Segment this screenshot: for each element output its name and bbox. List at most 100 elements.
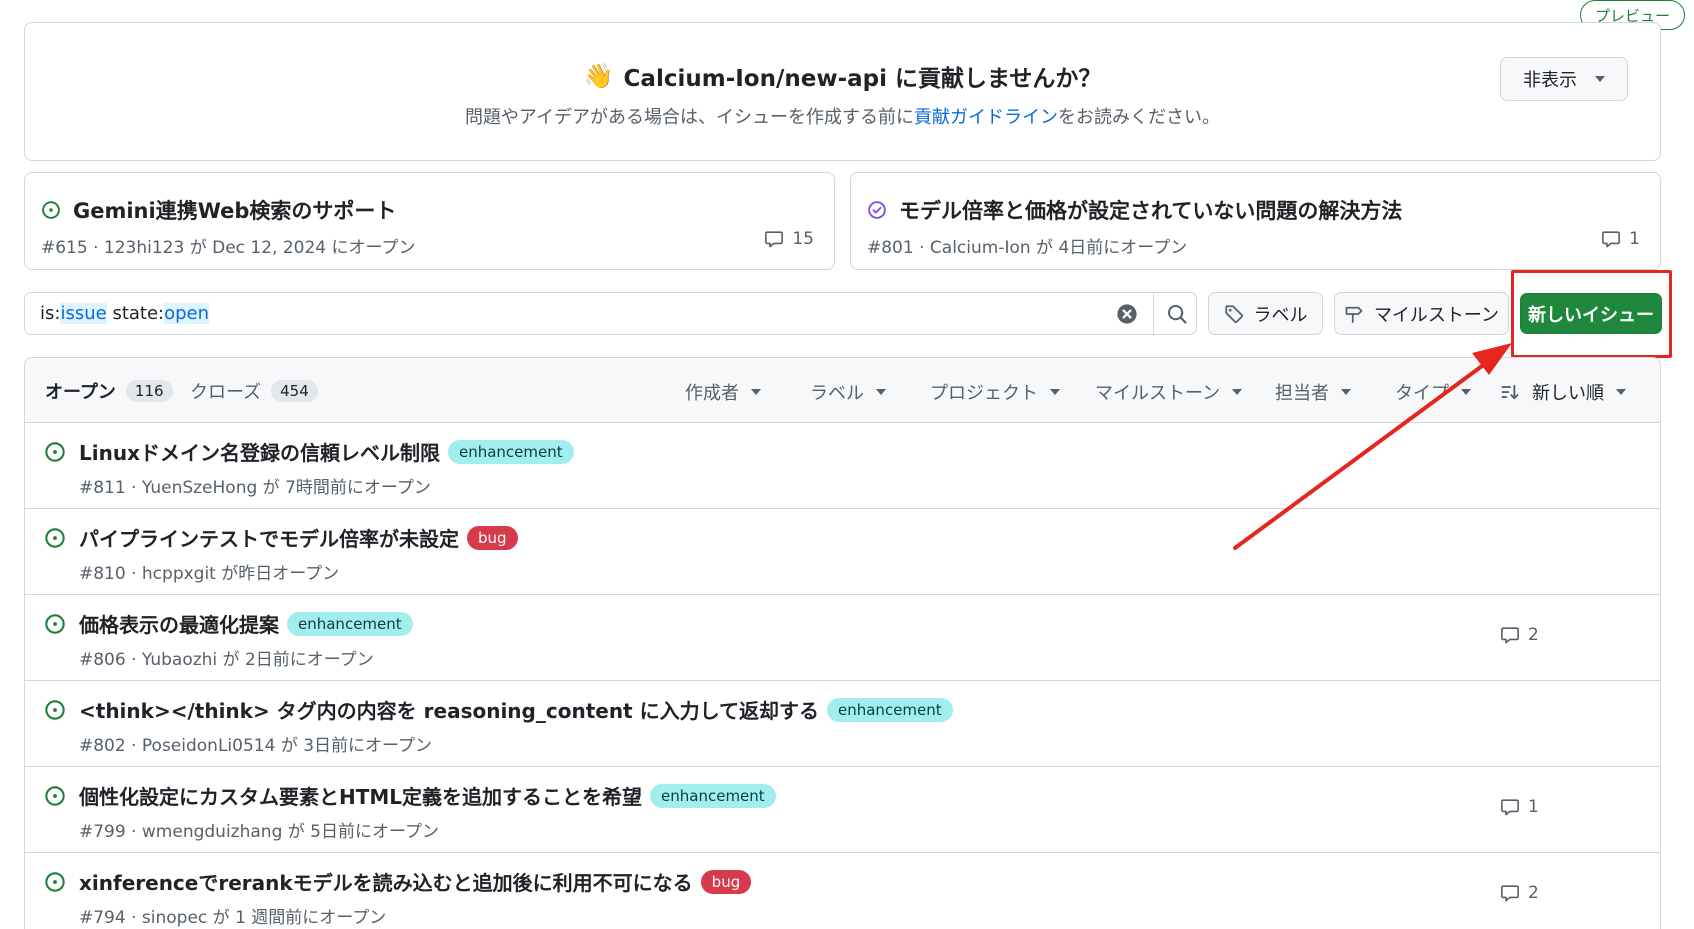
milestones-button-label: マイルストーン	[1373, 304, 1500, 326]
issue-row[interactable]: 価格表示の最適化提案 enhancement #806 · Yubaozhi が 2…	[25, 595, 1660, 681]
issue-title[interactable]: <think></think> タグ内の内容を reasoning_conten…	[79, 695, 953, 724]
comment-icon	[1500, 797, 1520, 817]
labels-button[interactable]: ラベル	[1208, 292, 1323, 335]
issue-meta: #802 · PoseidonLi0514 が 3日前にオープン	[79, 736, 433, 756]
issue-row[interactable]: Linuxドメイン名登録の信頼レベル制限 enhancement #811 · Yu…	[25, 423, 1660, 509]
pinned-issue-meta: #801 · Calcium-Ion が 4日前にオープン	[867, 238, 1188, 258]
issue-label-badge[interactable]: enhancement	[287, 611, 413, 636]
annotation-highlight-box	[1511, 270, 1672, 358]
filter-milestones[interactable]: マイルストーン	[1095, 379, 1243, 405]
issue-label-badge[interactable]: enhancement	[650, 783, 776, 808]
issue-title-text[interactable]: 個性化設定にカスタム要素とHTML定義を追加することを希望	[79, 781, 642, 810]
issue-meta: #806 · Yubaozhi が 2日前にオープン	[79, 650, 374, 670]
comment-count: 2	[1528, 625, 1539, 645]
filter-assignee[interactable]: 担当者	[1275, 379, 1351, 405]
tab-open-label: オープン	[45, 382, 116, 403]
contributing-guidelines-link[interactable]: 貢献ガイドライン	[914, 107, 1058, 128]
filter-milestones-label: マイルストーン	[1095, 383, 1221, 404]
search-query[interactable]: is:issue state:open	[40, 303, 210, 324]
issue-label-badge[interactable]: enhancement	[827, 697, 953, 722]
sort-dropdown[interactable]: 新しい順	[1500, 379, 1626, 405]
search-divider	[1153, 293, 1154, 336]
issue-title-text[interactable]: xinferenceでrerankモデルを読み込むと追加後に利用不可になる	[79, 867, 693, 896]
chevron-down-icon	[1341, 389, 1351, 395]
tab-open-issues[interactable]: オープン 116	[45, 378, 173, 404]
filter-projects[interactable]: プロジェクト	[930, 379, 1060, 405]
filter-author-label: 作成者	[685, 383, 739, 404]
sort-label: 新しい順	[1532, 383, 1604, 404]
labels-button-label: ラベル	[1253, 304, 1308, 326]
issue-opened-icon	[44, 441, 66, 463]
issue-meta: #811 · YuenSzeHong が 7時間前にオープン	[79, 478, 431, 498]
pinned-issue-card[interactable]: モデル倍率と価格が設定されていない問題の解決方法 #801 · Calcium-…	[850, 172, 1661, 270]
issue-title-text[interactable]: <think></think> タグ内の内容を reasoning_conten…	[79, 695, 819, 724]
pinned-issue-meta: #615 · 123hi123 が Dec 12, 2024 にオープン	[41, 238, 416, 258]
issue-title[interactable]: 価格表示の最適化提案 enhancement	[79, 609, 413, 638]
issue-title-text[interactable]: Linuxドメイン名登録の信頼レベル制限	[79, 437, 440, 466]
milestone-icon	[1345, 306, 1363, 323]
issue-label-badge[interactable]: bug	[700, 869, 752, 894]
issue-row[interactable]: 個性化設定にカスタム要素とHTML定義を追加することを希望 enhancement…	[25, 767, 1660, 853]
chevron-down-icon	[751, 389, 761, 395]
pinned-issue-card[interactable]: Gemini連携Web検索のサポート #615 · 123hi123 が Dec…	[24, 172, 835, 270]
issue-opened-icon	[44, 699, 66, 721]
search-qualifier-value: issue	[60, 303, 107, 324]
issue-title-text[interactable]: パイプラインテストでモデル倍率が未設定	[79, 523, 459, 552]
issue-title[interactable]: xinferenceでrerankモデルを読み込むと追加後に利用不可になる bug	[79, 867, 752, 896]
banner-sub-suffix: をお読みください。	[1058, 107, 1221, 128]
issue-row[interactable]: <think></think> タグ内の内容を reasoning_conten…	[25, 681, 1660, 767]
banner-subtitle: 問題やアイデアがある場合は、イシューを作成する前に貢献ガイドラインをお読みくださ…	[25, 103, 1660, 129]
clear-search-button[interactable]	[1116, 303, 1138, 325]
hide-banner-button[interactable]: 非表示	[1500, 57, 1628, 101]
pinned-issue-title-text: モデル倍率と価格が設定されていない問題の解決方法	[899, 199, 1403, 223]
issue-title-text[interactable]: 価格表示の最適化提案	[79, 609, 279, 638]
chevron-down-icon	[1232, 389, 1243, 395]
tab-closed-issues[interactable]: クローズ 454	[190, 378, 318, 404]
milestones-button[interactable]: マイルストーン	[1334, 292, 1509, 335]
banner-title: 👋 Calcium-Ion/new-api に貢献しませんか？	[25, 59, 1660, 93]
issue-opened-icon	[44, 613, 66, 635]
issue-label-badge[interactable]: enhancement	[447, 439, 574, 464]
issue-meta: #810 · hcppxgit が昨日オープン	[79, 564, 340, 584]
filter-assignee-label: 担当者	[1275, 383, 1329, 404]
search-button[interactable]	[1166, 303, 1188, 325]
filter-labels[interactable]: ラベル	[810, 379, 886, 405]
issue-title[interactable]: Linuxドメイン名登録の信頼レベル制限 enhancement	[79, 437, 574, 466]
chevron-down-icon	[876, 389, 886, 395]
x-circle-icon	[1117, 304, 1137, 324]
issue-list: オープン 116 クローズ 454 作成者 ラベル プロジェクト マイルストーン…	[24, 357, 1661, 929]
chevron-down-icon	[1616, 389, 1626, 395]
issue-row[interactable]: パイプラインテストでモデル倍率が未設定 bug #810 · hcppxgit が昨…	[25, 509, 1660, 595]
search-qualifier-value: open	[164, 303, 210, 324]
tag-icon	[1224, 304, 1243, 323]
comment-count: 2	[1528, 883, 1539, 903]
filter-author[interactable]: 作成者	[685, 379, 761, 405]
wave-icon: 👋	[583, 62, 614, 90]
issue-opened-icon	[44, 785, 66, 807]
filter-type-label: タイプ	[1395, 383, 1449, 404]
hide-button-label: 非表示	[1523, 70, 1577, 91]
issue-title[interactable]: パイプラインテストでモデル倍率が未設定 bug	[79, 523, 518, 552]
pinned-issue-comments[interactable]: 15	[764, 229, 814, 249]
filter-type[interactable]: タイプ	[1395, 379, 1471, 405]
chevron-down-icon	[1595, 76, 1605, 82]
pinned-issue-comments[interactable]: 1	[1601, 229, 1640, 249]
issue-comments[interactable]: 1	[1500, 797, 1539, 817]
tab-closed-label: クローズ	[190, 382, 262, 403]
issue-label-badge[interactable]: bug	[467, 525, 518, 550]
pinned-issue-title[interactable]: モデル倍率と価格が設定されていない問題の解決方法	[867, 195, 1402, 225]
contribute-banner: 👋 Calcium-Ion/new-api に貢献しませんか？ 問題やアイデアが…	[24, 22, 1661, 161]
pinned-issue-title-text: Gemini連携Web検索のサポート	[73, 199, 397, 223]
issue-search-input[interactable]: is:issue state:open	[24, 292, 1197, 336]
issue-comments[interactable]: 2	[1500, 625, 1539, 645]
comment-count: 1	[1528, 797, 1539, 817]
closed-count-badge: 454	[271, 380, 318, 402]
issue-meta: #794 · sinopec が 1 週間前にオープン	[79, 908, 387, 928]
filter-labels-label: ラベル	[810, 383, 864, 404]
comment-icon	[1602, 231, 1621, 248]
issue-comments[interactable]: 2	[1500, 883, 1539, 903]
issue-meta: #799 · wmengduizhang が 5日前にオープン	[79, 822, 439, 842]
issue-title[interactable]: 個性化設定にカスタム要素とHTML定義を追加することを希望 enhancement	[79, 781, 776, 810]
pinned-issue-title[interactable]: Gemini連携Web検索のサポート	[41, 195, 396, 225]
issue-row[interactable]: xinferenceでrerankモデルを読み込むと追加後に利用不可になる bug…	[25, 853, 1660, 929]
